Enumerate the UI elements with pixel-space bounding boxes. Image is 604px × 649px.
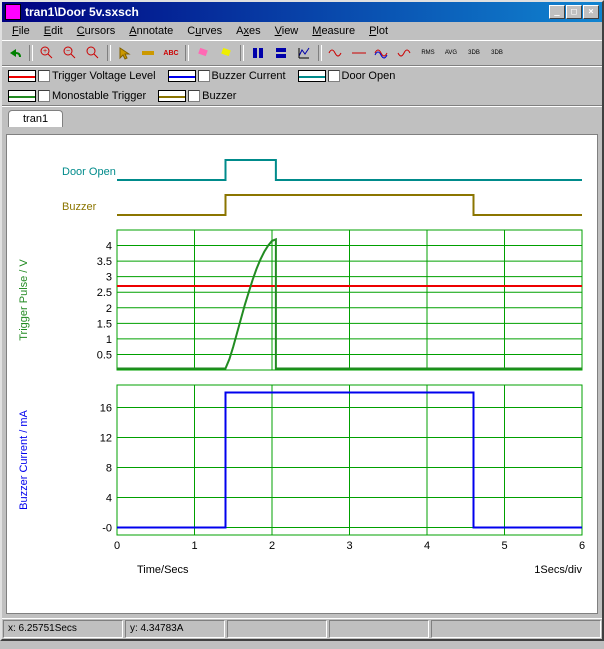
avg-icon[interactable]: AVG [440,43,462,63]
svg-text:8: 8 [106,463,112,475]
menu-edit[interactable]: Edit [38,24,69,38]
titlebar[interactable]: tran1\Door 5v.sxsch _ □ × [2,2,602,22]
svg-text:Trigger Pulse / V: Trigger Pulse / V [18,259,30,341]
legend-label-buzzer-current: Buzzer Current [212,70,286,82]
status-y: y: 4.34783A [125,620,225,638]
legend-swatch-door-open [298,70,326,82]
zoom-fit-icon[interactable] [82,43,104,63]
toolbar: + − ABC RMS AVG 3DB 3DB [2,40,602,66]
svg-text:3.5: 3.5 [97,256,112,268]
highlight-icon[interactable] [215,43,237,63]
svg-text:2.5: 2.5 [97,287,112,299]
legend-swatch-trigger-voltage [8,70,36,82]
legend-check-monostable[interactable] [38,90,50,102]
menu-axes[interactable]: Axes [230,24,266,38]
svg-text:3: 3 [346,540,352,552]
svg-text:6: 6 [579,540,585,552]
svg-text:4: 4 [106,241,112,253]
measure-icon[interactable] [137,43,159,63]
menubar: File Edit Cursors Annotate Curves Axes V… [2,22,602,40]
svg-text:0.5: 0.5 [97,349,112,361]
cursor-icon[interactable] [114,43,136,63]
tab-tran1[interactable]: tran1 [8,110,63,127]
window-sys-buttons: _ □ × [549,5,599,19]
svg-text:+: + [43,48,47,55]
zoom-in-icon[interactable]: + [36,43,58,63]
menu-annotate[interactable]: Annotate [123,24,179,38]
svg-text:Buzzer: Buzzer [62,201,97,213]
legend-check-door-open[interactable] [328,70,340,82]
close-button[interactable]: × [583,5,599,19]
statusbar: x: 6.25751Secs y: 4.34783A [2,618,602,639]
menu-plot[interactable]: Plot [363,24,394,38]
legend-bar: Trigger Voltage Level Buzzer Current Doo… [2,66,602,106]
legend-label-trigger-voltage: Trigger Voltage Level [52,70,156,82]
menu-cursors[interactable]: Cursors [71,24,122,38]
svg-text:2: 2 [269,540,275,552]
rms-icon[interactable]: RMS [417,43,439,63]
app-icon [5,4,21,20]
menu-view[interactable]: View [269,24,305,38]
wave4-icon[interactable] [394,43,416,63]
legend-swatch-monostable [8,90,36,102]
svg-text:12: 12 [100,433,112,445]
svg-text:4: 4 [424,540,430,552]
menu-measure[interactable]: Measure [306,24,361,38]
tabstrip: tran1 [2,106,602,130]
maximize-button[interactable]: □ [566,5,582,19]
grid1-icon[interactable] [247,43,269,63]
legend-check-trigger-voltage[interactable] [38,70,50,82]
svg-text:0: 0 [114,540,120,552]
minimize-button[interactable]: _ [549,5,565,19]
status-x: x: 6.25751Secs [3,620,123,638]
svg-text:Time/Secs: Time/Secs [137,564,189,576]
svg-text:5: 5 [501,540,507,552]
3db-icon[interactable]: 3DB [463,43,485,63]
legend-swatch-buzzer [158,90,186,102]
menu-curves[interactable]: Curves [181,24,228,38]
wave3-icon[interactable] [371,43,393,63]
legend-swatch-buzzer-current [168,70,196,82]
status-cell-5 [431,620,601,638]
svg-text:2: 2 [106,303,112,315]
svg-text:16: 16 [100,403,112,415]
legend-label-door-open: Door Open [342,70,396,82]
svg-text:−: − [66,48,70,55]
eraser-icon[interactable] [192,43,214,63]
legend-label-monostable: Monostable Trigger [52,90,146,102]
status-cell-3 [227,620,327,638]
svg-text:1.5: 1.5 [97,318,112,330]
svg-text:Buzzer Current / mA: Buzzer Current / mA [18,410,30,510]
legend-check-buzzer[interactable] [188,90,200,102]
svg-text:3: 3 [106,272,112,284]
svg-text:1: 1 [191,540,197,552]
undo-icon[interactable] [4,43,26,63]
window-title: tran1\Door 5v.sxsch [25,5,545,19]
legend-label-buzzer: Buzzer [202,90,236,102]
svg-text:-0: -0 [102,523,112,535]
3db2-icon[interactable]: 3DB [486,43,508,63]
svg-text:1Secs/div: 1Secs/div [534,564,582,576]
grid2-icon[interactable] [270,43,292,63]
chart-icon[interactable] [293,43,315,63]
menu-file[interactable]: File [6,24,36,38]
app-window: tran1\Door 5v.sxsch _ □ × File Edit Curs… [0,0,604,641]
legend-check-buzzer-current[interactable] [198,70,210,82]
status-cell-4 [329,620,429,638]
abc-icon[interactable]: ABC [160,43,182,63]
wave1-icon[interactable] [325,43,347,63]
svg-text:1: 1 [106,334,112,346]
svg-text:Door Open: Door Open [62,166,116,178]
wave2-icon[interactable] [348,43,370,63]
plot-area[interactable]: 01234560.511.522.533.54-0481216Door Open… [6,134,598,614]
zoom-out-icon[interactable]: − [59,43,81,63]
svg-text:4: 4 [106,493,112,505]
